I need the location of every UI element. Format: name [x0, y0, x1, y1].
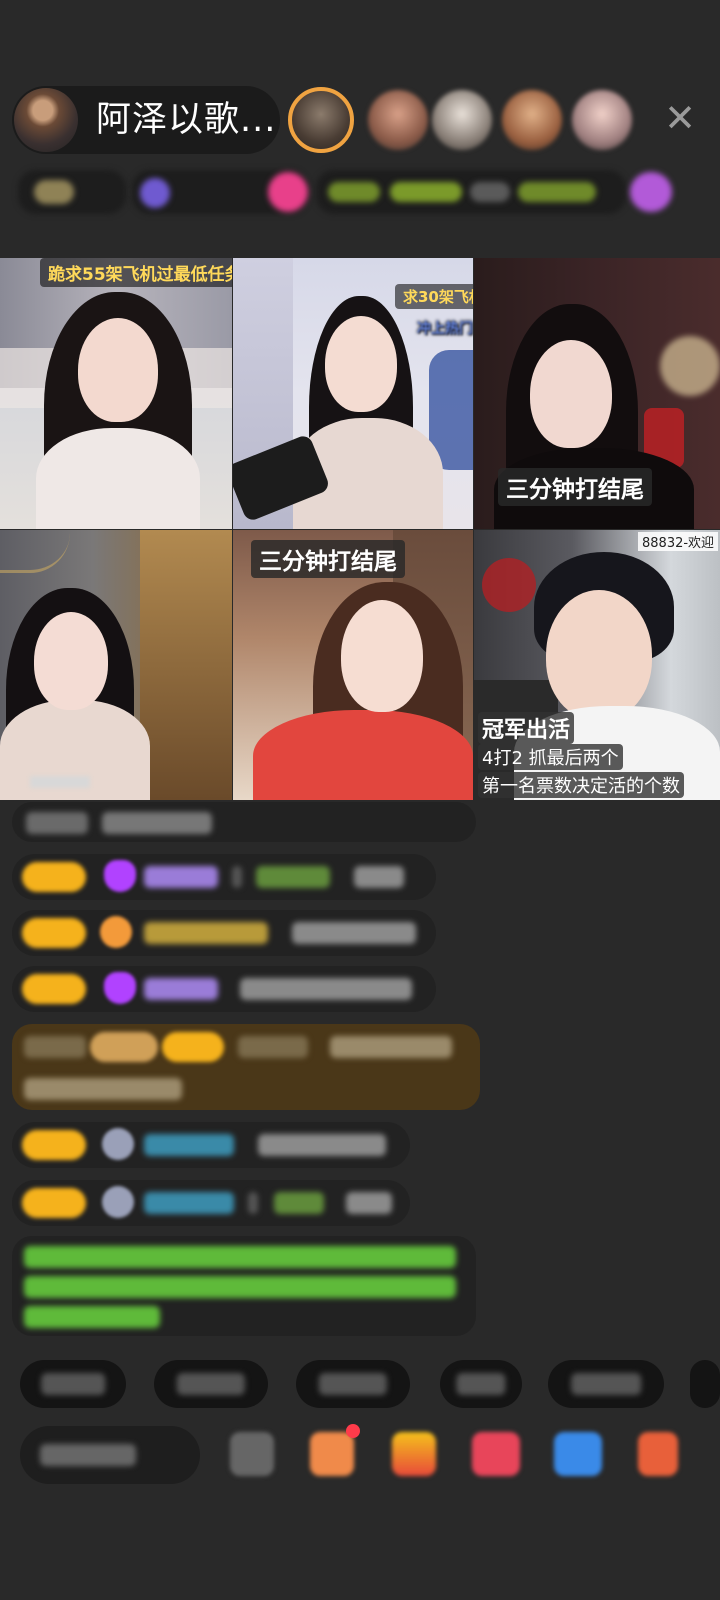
level-badge: [90, 1032, 158, 1062]
quick-reply-chip[interactable]: [690, 1360, 720, 1408]
watermark: [30, 776, 90, 788]
viewer-avatar[interactable]: [572, 90, 632, 150]
fans-badge: [22, 918, 86, 948]
fans-badge: [22, 862, 86, 892]
chat-message[interactable]: [12, 1180, 410, 1226]
tile-caption: 跪求55架飞机过最低任务: [40, 258, 232, 287]
heart-icon[interactable]: [268, 172, 308, 212]
tile-title: 冠军出活: [478, 712, 575, 744]
viewer-avatar[interactable]: [432, 90, 492, 150]
activity-text: [518, 182, 596, 202]
tile-line-1: 4打2 抓最后两个: [478, 744, 623, 770]
chat-message-highlight[interactable]: [12, 1024, 480, 1110]
activity-text: [328, 182, 380, 202]
top-viewer-avatar[interactable]: [288, 87, 354, 153]
activity-text: [470, 182, 510, 202]
host-profile-pill[interactable]: 阿泽以歌...: [12, 86, 280, 154]
fans-badge: [162, 1032, 224, 1062]
notification-dot: [346, 1424, 360, 1438]
quick-reply-chip[interactable]: [548, 1360, 664, 1408]
more-icon[interactable]: [638, 1432, 678, 1476]
chat-system-message: [12, 802, 476, 842]
tile-top-label: 88832-欢迎: [638, 532, 719, 551]
video-tile-6[interactable]: 88832-欢迎 冠军出活 4打2 抓最后两个 第一名票数决定活的个数: [474, 530, 720, 800]
chat-message[interactable]: [12, 910, 436, 956]
fans-badge: [22, 1188, 86, 1218]
chat-message[interactable]: [12, 854, 436, 900]
interaction-icon[interactable]: [472, 1432, 520, 1476]
quick-reply-chip[interactable]: [20, 1360, 126, 1408]
fans-badge: [22, 1130, 86, 1160]
gift-gem-icon: [104, 972, 136, 1004]
host-name: 阿泽以歌...: [96, 100, 277, 140]
shopping-icon[interactable]: [310, 1432, 354, 1476]
chat-notice: [12, 1236, 476, 1336]
activity-text: [390, 182, 462, 202]
chat-message[interactable]: [12, 1122, 410, 1168]
emoji-icon[interactable]: [230, 1432, 274, 1476]
close-icon[interactable]: ✕: [660, 98, 700, 138]
fans-badge: [22, 974, 86, 1004]
viewer-avatar[interactable]: [368, 90, 428, 150]
video-tile-3[interactable]: 三分钟打结尾: [474, 258, 720, 529]
tile-caption: 三分钟打结尾: [251, 540, 405, 578]
video-tile-4[interactable]: [0, 530, 232, 800]
comment-input[interactable]: [20, 1426, 200, 1484]
gift-icon: [102, 1128, 134, 1160]
rank-icon: [34, 180, 74, 204]
tile-caption: 求30架飞机达: [395, 284, 473, 309]
tile-line-2: 第一名票数决定活的个数: [478, 772, 684, 798]
fans-club-icon: [140, 178, 170, 208]
gift-icon: [100, 916, 132, 948]
gift-box-icon[interactable]: [392, 1432, 436, 1476]
quick-reply-chip[interactable]: [440, 1360, 522, 1408]
quick-reply-chip[interactable]: [154, 1360, 268, 1408]
gift-icon: [102, 1186, 134, 1218]
host-avatar[interactable]: [14, 88, 78, 152]
video-tile-1[interactable]: 跪求55架飞机过最低任务: [0, 258, 232, 529]
gift-gem-icon: [104, 860, 136, 892]
viewer-avatar[interactable]: [502, 90, 562, 150]
video-tile-2[interactable]: 求30架飞机达 冲上热门: [233, 258, 473, 529]
tile-sub-caption: 冲上热门: [417, 321, 473, 337]
quick-reply-chip[interactable]: [296, 1360, 410, 1408]
tile-caption: 三分钟打结尾: [498, 468, 652, 506]
share-icon[interactable]: [554, 1432, 602, 1476]
more-activity-icon[interactable]: [630, 172, 672, 212]
video-tile-5[interactable]: 三分钟打结尾: [233, 530, 473, 800]
chat-message[interactable]: [12, 966, 436, 1012]
